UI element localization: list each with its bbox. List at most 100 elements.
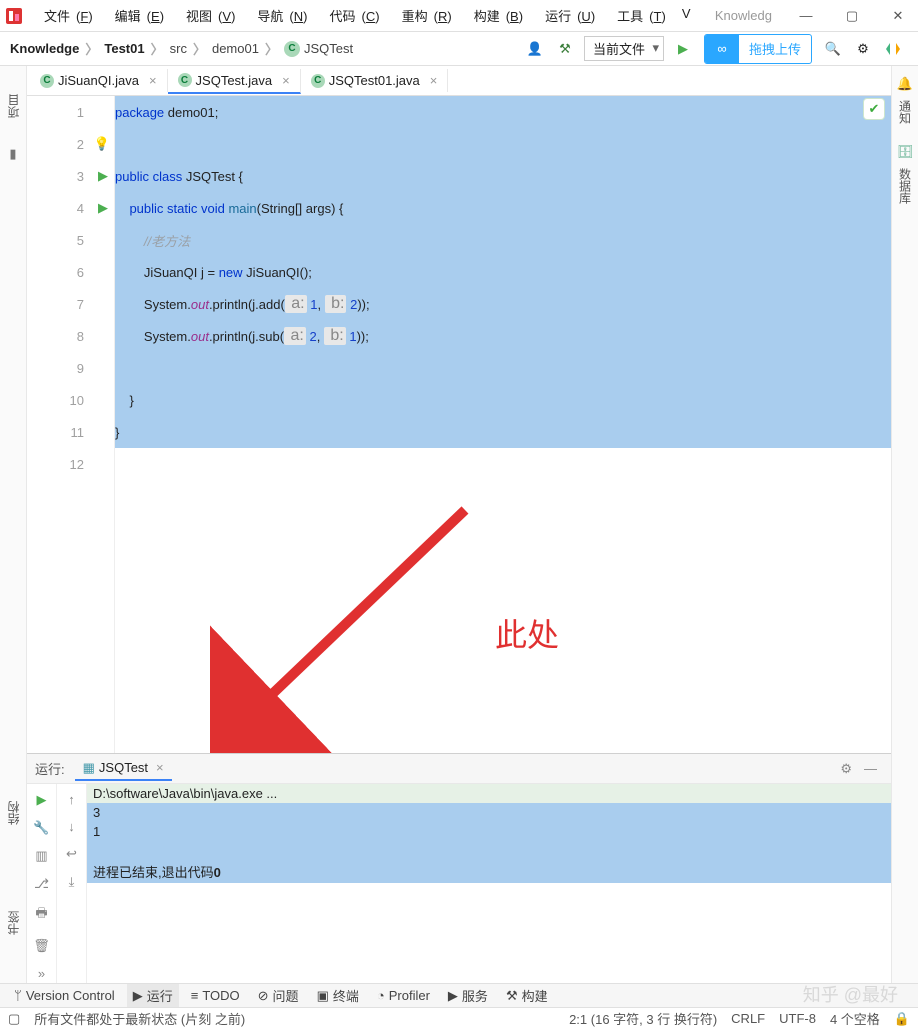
crumb-package[interactable]: demo01 — [212, 41, 259, 56]
run-config-combo[interactable]: 当前文件 — [584, 36, 664, 61]
gutter-line[interactable]: 6 — [27, 256, 114, 288]
tab-jsqtest01[interactable]: C JSQTest01.java × — [301, 69, 449, 92]
crumb-module[interactable]: Test01 — [104, 41, 144, 56]
console-output[interactable]: D:\software\Java\bin\java.exe ... 3 1 进程… — [87, 784, 891, 985]
menu-vcs[interactable]: V — [676, 4, 697, 27]
code-text: .println(j.add( — [209, 297, 285, 312]
database-label[interactable]: 数据库 — [897, 168, 914, 204]
menu-code[interactable]: 代码(C) — [318, 4, 386, 27]
crumb-class[interactable]: JSQTest — [304, 41, 353, 56]
codewithme-icon[interactable] — [882, 38, 904, 60]
crumb-src[interactable]: src — [170, 41, 187, 56]
delete-trash-icon[interactable]: 🗑 — [33, 938, 50, 954]
status-lock-icon[interactable]: 🔒 — [894, 1011, 910, 1027]
run-hide-icon[interactable]: — — [864, 761, 877, 776]
database-icon[interactable]: 🗄 — [892, 144, 918, 160]
run-settings-gear-icon[interactable]: ⚙ — [840, 761, 852, 777]
menu-view[interactable]: 视图(V) — [174, 4, 241, 27]
status-line-sep[interactable]: CRLF — [731, 1011, 765, 1026]
tool-terminal[interactable]: ▣终端 — [311, 984, 365, 1007]
menu-file[interactable]: 文件(F) — [32, 4, 99, 27]
window-close-button[interactable]: ✕ — [884, 5, 912, 27]
tool-run[interactable]: ▶运行 — [127, 984, 179, 1007]
folder-icon[interactable]: ▮ — [0, 146, 26, 162]
intention-bulb-icon[interactable]: 💡 — [94, 136, 110, 152]
status-encoding[interactable]: UTF-8 — [779, 1011, 816, 1026]
console-line: 3 — [87, 803, 891, 822]
code-text: , — [317, 329, 324, 344]
soft-wrap-icon[interactable]: ↩ — [66, 846, 77, 862]
toolwindow-quick-icon[interactable]: ▢ — [8, 1011, 20, 1027]
breadcrumb: Knowledge〉 Test01〉 src〉 demo01〉 C JSQTes… — [10, 39, 353, 58]
status-indent[interactable]: 4 个空格 — [830, 1009, 880, 1028]
menu-tools[interactable]: 工具(T) — [605, 4, 672, 27]
print-icon[interactable]: 🖶 — [35, 904, 47, 926]
main-menu: 文件(F) 编辑(E) 视图(V) 导航(N) 代码(C) 重构(R) 构建(B… — [32, 4, 715, 27]
menu-refactor[interactable]: 重构(R) — [390, 4, 458, 27]
annotation-text: 此处 — [495, 610, 559, 656]
close-icon[interactable]: × — [149, 73, 157, 88]
crumb-project[interactable]: Knowledge — [10, 41, 79, 56]
tool-problems[interactable]: ⊘问题 — [252, 984, 305, 1007]
menu-run[interactable]: 运行(U) — [533, 4, 601, 27]
gutter-line[interactable]: 12 — [27, 448, 114, 480]
gutter: 1 2💡 3▶ 4▶ 5 6 7 8 9 10 11 12 — [27, 96, 115, 759]
gutter-line[interactable]: 9 — [27, 352, 114, 384]
close-icon[interactable]: × — [156, 760, 164, 775]
tab-jsqtest[interactable]: C JSQTest.java × — [168, 69, 301, 94]
status-caret-pos[interactable]: 2:1 (16 字符, 3 行 换行符) — [569, 1009, 717, 1028]
code-area[interactable]: ✔ package demo01; public class JSQTest {… — [115, 96, 891, 759]
tool-profiler[interactable]: ◔Profiler — [371, 986, 436, 1005]
rerun-play-icon[interactable]: ▶ — [37, 792, 47, 808]
run-play-icon[interactable]: ▶ — [672, 38, 694, 60]
gutter-line[interactable]: 4▶ — [27, 192, 114, 224]
search-icon[interactable]: 🔍 — [822, 38, 844, 60]
gutter-line[interactable]: 2💡 — [27, 128, 114, 160]
window-maximize-button[interactable]: ▢ — [838, 5, 866, 27]
notifications-bell-icon[interactable]: 🔔 — [892, 76, 918, 92]
arrow-up-icon[interactable]: ↑ — [68, 792, 75, 807]
scroll-end-icon[interactable]: ⤓ — [69, 874, 75, 890]
bookmark-tool-button[interactable]: 书签 — [5, 911, 22, 935]
user-icon[interactable]: 👤 — [524, 38, 546, 60]
inspection-ok-icon[interactable]: ✔ — [863, 98, 885, 120]
code-text: class — [149, 169, 182, 184]
gutter-line[interactable]: 3▶ — [27, 160, 114, 192]
menu-edit[interactable]: 编辑(E) — [103, 4, 170, 27]
gutter-line[interactable]: 5 — [27, 224, 114, 256]
tool-build[interactable]: ⚒构建 — [500, 984, 554, 1007]
gutter-line[interactable]: 7 — [27, 288, 114, 320]
structure-tool-button[interactable]: 结构 — [5, 801, 22, 825]
run-gutter-icon[interactable]: ▶ — [98, 200, 108, 216]
run-gutter-icon[interactable]: ▶ — [98, 168, 108, 184]
expand-icon[interactable]: » — [38, 966, 45, 981]
gutter-line[interactable]: 8 — [27, 320, 114, 352]
settings-gear-icon[interactable]: ⚙ — [852, 38, 874, 60]
app-run-icon: ▦ — [83, 760, 95, 776]
stop-icon[interactable]: ▥ — [35, 848, 47, 864]
build-hammer-icon[interactable]: ⚒ — [554, 38, 576, 60]
upload-button[interactable]: ∞ 拖拽上传 — [704, 34, 812, 64]
warning-icon: ⊘ — [258, 988, 269, 1004]
run-config-tab[interactable]: ▦ JSQTest × — [75, 757, 172, 781]
tool-todo[interactable]: ≡TODO — [185, 986, 246, 1005]
window-minimize-button[interactable]: — — [792, 5, 820, 27]
notifications-label[interactable]: 通知 — [897, 100, 914, 124]
tab-jisuanqi[interactable]: C JiSuanQI.java × — [30, 69, 168, 92]
tool-services[interactable]: ▶服务 — [442, 984, 494, 1007]
class-icon: C — [40, 74, 54, 88]
left-tool-strip: 项目 ▮ 结构 书签 — [0, 66, 27, 983]
arrow-down-icon[interactable]: ↓ — [68, 819, 75, 834]
project-tool-button[interactable]: 项目 — [5, 94, 22, 118]
code-text: demo01; — [164, 105, 218, 120]
tool-version-control[interactable]: ᛘVersion Control — [8, 986, 121, 1005]
close-icon[interactable]: × — [430, 73, 438, 88]
gutter-line[interactable]: 10 — [27, 384, 114, 416]
tools-wrench-icon[interactable]: 🔧 — [33, 820, 49, 836]
gutter-line[interactable]: 1 — [27, 96, 114, 128]
close-icon[interactable]: × — [282, 73, 290, 88]
gutter-line[interactable]: 11 — [27, 416, 114, 448]
menu-build[interactable]: 构建(B) — [462, 4, 529, 27]
dump-threads-icon[interactable]: ⎇ — [34, 876, 49, 892]
menu-navigate[interactable]: 导航(N) — [245, 4, 313, 27]
